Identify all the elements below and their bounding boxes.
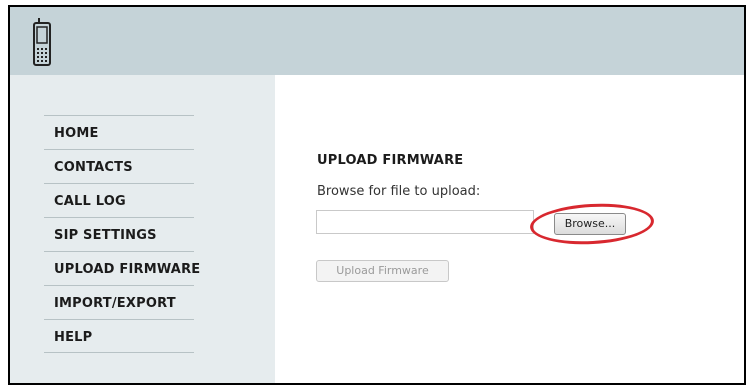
sidebar-item-label: UPLOAD FIRMWARE	[54, 262, 201, 277]
main-content: UPLOAD FIRMWARE Browse for file to uploa…	[275, 75, 744, 383]
sidebar-nav: HOME CONTACTS CALL LOG SIP SETTINGS UPLO…	[44, 115, 200, 353]
sidebar-item-sip-settings[interactable]: SIP SETTINGS	[44, 217, 194, 251]
sidebar-item-upload-firmware[interactable]: UPLOAD FIRMWARE	[44, 251, 200, 285]
phone-icon	[33, 18, 51, 66]
sidebar-item-label: HOME	[54, 126, 99, 141]
app-frame: HOME CONTACTS CALL LOG SIP SETTINGS UPLO…	[8, 5, 746, 385]
highlight-circle	[529, 200, 655, 248]
sidebar-item-help[interactable]: HELP	[44, 319, 194, 353]
sidebar-item-import-export[interactable]: IMPORT/EXPORT	[44, 285, 194, 319]
sidebar-item-contacts[interactable]: CONTACTS	[44, 149, 194, 183]
browse-label: Browse for file to upload:	[317, 184, 481, 199]
sidebar: HOME CONTACTS CALL LOG SIP SETTINGS UPLO…	[10, 75, 275, 383]
sidebar-item-call-log[interactable]: CALL LOG	[44, 183, 194, 217]
sidebar-item-label: CONTACTS	[54, 160, 133, 175]
sidebar-item-label: IMPORT/EXPORT	[54, 296, 176, 311]
upload-firmware-button[interactable]: Upload Firmware	[316, 260, 449, 282]
sidebar-item-label: CALL LOG	[54, 194, 126, 209]
file-path-input[interactable]	[316, 210, 534, 234]
page-title: UPLOAD FIRMWARE	[317, 153, 464, 168]
header	[10, 7, 744, 75]
sidebar-item-home[interactable]: HOME	[44, 115, 194, 149]
sidebar-item-label: HELP	[54, 330, 93, 345]
sidebar-item-label: SIP SETTINGS	[54, 228, 157, 243]
